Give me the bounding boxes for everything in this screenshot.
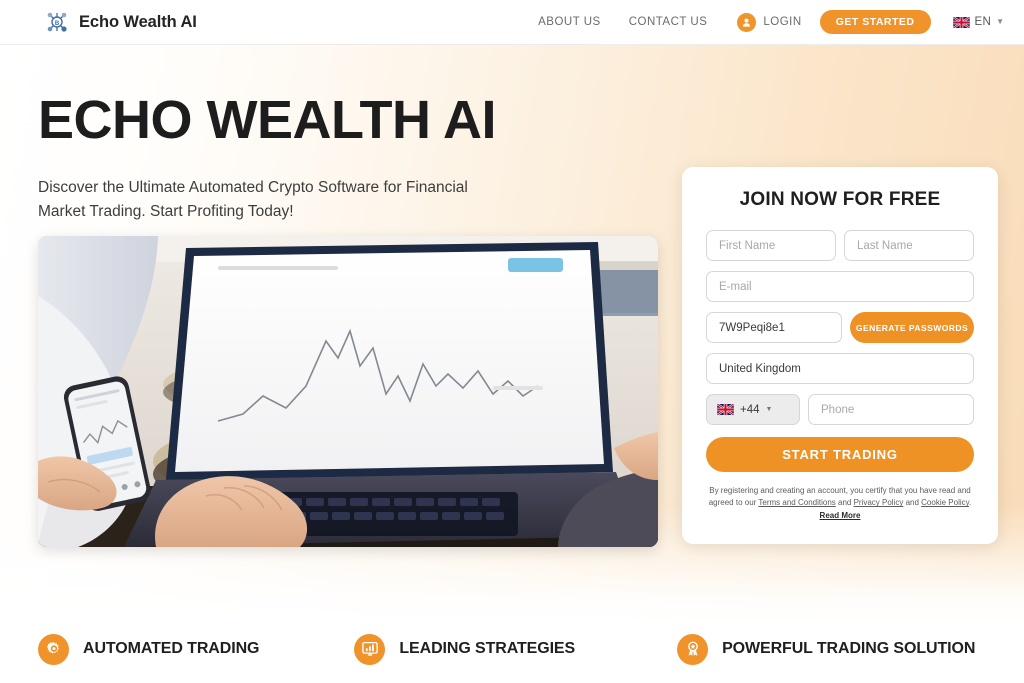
login-button[interactable]: LOGIN [721,12,813,32]
page-title: ECHO WEALTH AI [38,90,496,150]
password-field-row: GENERATE PASSWORDS [706,312,974,343]
feature-powerful-trading-solution: POWERFUL TRADING SOLUTION [677,633,976,665]
phone-country-code-selector[interactable]: +44 ▼ [706,394,800,425]
nav-item-about-us[interactable]: ABOUT US [524,16,615,28]
chevron-down-icon: ▼ [996,17,1004,26]
signup-form-card: JOIN NOW FOR FREE GENERATE PASSWORDS [682,167,998,545]
award-medal-icon [677,633,709,665]
start-trading-button[interactable]: START TRADING [706,437,974,472]
brand-name: Echo Wealth AI [79,12,197,31]
feature-automated-trading: AUTOMATED TRADING [38,633,260,665]
cookie-policy-link[interactable]: Cookie Policy [921,498,969,507]
language-selector[interactable]: EN ▼ [952,16,1004,28]
feature-label: POWERFUL TRADING SOLUTION [722,640,976,657]
user-avatar-icon [737,12,757,32]
hero-text-block: ECHO WEALTH AI Discover the Ultimate Aut… [38,92,658,224]
disclaimer-and-2: and [903,498,922,508]
hero-image-illustration [38,236,658,547]
email-field-row [706,271,974,302]
privacy-policy-link[interactable]: Privacy Policy [854,498,904,507]
network-molecule-icon: B [44,9,70,35]
uk-flag-icon [717,404,734,415]
last-name-input[interactable] [844,230,974,261]
phone-field-row: +44 ▼ [706,394,974,425]
phone-input[interactable] [808,394,974,425]
phone-country-code: +44 [740,403,760,416]
feature-leading-strategies: LEADING STRATEGIES [354,633,576,665]
feature-label: AUTOMATED TRADING [83,640,260,657]
email-input[interactable] [706,271,974,302]
signup-title: JOIN NOW FOR FREE [739,189,941,210]
hero-image [38,236,658,547]
features-strip: AUTOMATED TRADING LEADING STRATEGIES POW… [0,615,1024,683]
get-started-button[interactable]: GET STARTED [819,10,931,34]
country-input[interactable] [706,353,974,384]
language-code: EN [974,16,992,28]
chevron-down-icon: ▼ [765,406,773,413]
disclaimer-and-1: and [835,498,854,508]
top-navigation-bar: B Echo Wealth AI ABOUT US CONTACT US LOG… [0,0,1024,45]
gear-cog-icon [38,633,69,665]
password-input[interactable] [706,312,842,343]
generate-passwords-button[interactable]: GENERATE PASSWORDS [850,312,974,343]
terms-and-conditions-link[interactable]: Terms and Conditions [758,498,835,507]
read-more-link[interactable]: Read More [820,511,861,520]
nav-item-contact-us[interactable]: CONTACT US [615,16,722,28]
login-label: LOGIN [763,16,802,28]
nav-right-group: ABOUT US CONTACT US LOGIN GET STARTED EN… [524,10,1004,34]
svg-text:B: B [55,21,60,27]
signup-disclaimer: By registering and creating an account, … [706,485,974,522]
country-field-row [706,353,974,384]
name-fields-row [706,230,974,261]
monitor-bar-chart-icon [354,633,386,665]
disclaimer-period: . [969,498,972,508]
uk-flag-icon [952,16,970,28]
feature-label: LEADING STRATEGIES [399,640,576,657]
first-name-input[interactable] [706,230,836,261]
hero-subtitle: Discover the Ultimate Automated Crypto S… [38,178,468,220]
brand-logo-link[interactable]: B Echo Wealth AI [44,9,197,35]
landing-page: B Echo Wealth AI ABOUT US CONTACT US LOG… [0,0,1024,683]
